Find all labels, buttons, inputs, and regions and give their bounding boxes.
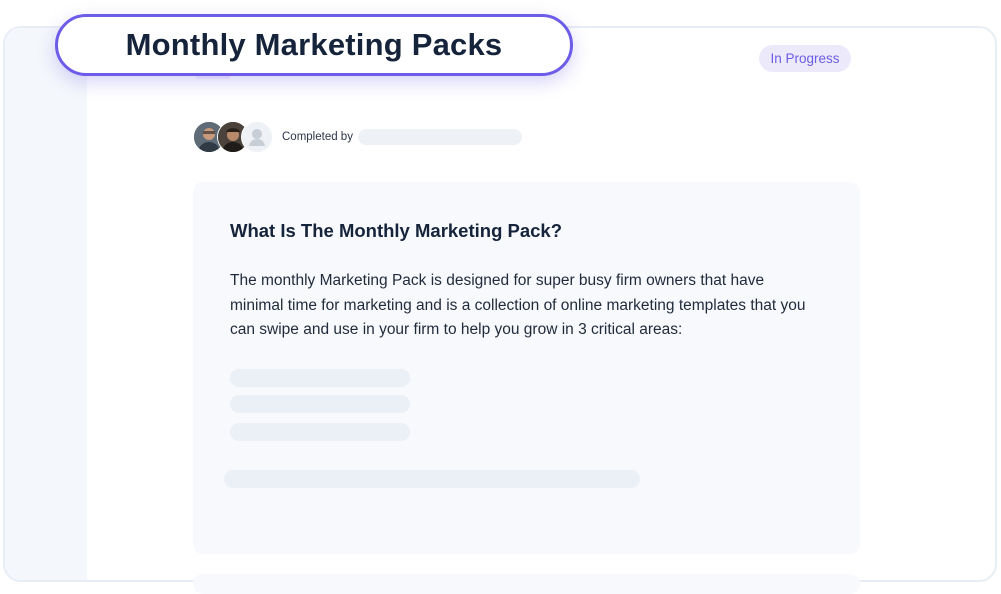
sidebar [5,28,87,580]
completed-by-label: Completed by [282,131,353,143]
skeleton-line [230,395,410,413]
placeholder-avatar [241,121,273,153]
skeleton-line [224,470,640,488]
section-body: The monthly Marketing Pack is designed f… [230,272,806,338]
completed-by-placeholder [358,129,522,145]
content-card: What Is The Monthly Marketing Pack? The … [193,182,860,554]
page-title-pill: Monthly Marketing Packs [55,14,573,76]
status-badge: In Progress [759,45,851,72]
page-title: Monthly Marketing Packs [125,27,503,62]
section-heading: What Is The Monthly Marketing Pack? [230,220,563,241]
next-card [193,574,860,594]
skeleton-line [230,423,410,441]
skeleton-line [230,369,410,387]
